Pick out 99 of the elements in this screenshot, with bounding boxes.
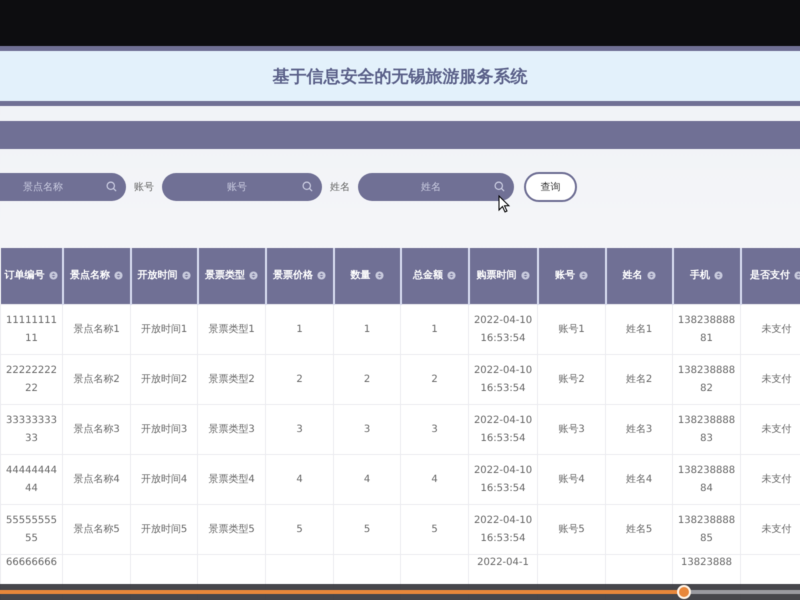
search-icon: [106, 181, 117, 192]
table-cell: 66666666: [6, 557, 57, 568]
table-cell: 1111111111: [0, 304, 62, 354]
table-cell: 账号3: [538, 404, 606, 454]
sort-icon[interactable]: [447, 270, 456, 280]
column-header[interactable]: 数量: [334, 248, 400, 304]
table-cell: 开放时间3: [130, 404, 198, 454]
table-cell: 开放时间1: [130, 304, 198, 354]
table-cell: 未支付: [740, 404, 800, 454]
table-cell: 5: [334, 504, 400, 554]
table-cell: 4: [266, 454, 334, 504]
table-cell: 2022-04-10 16:53:54: [468, 454, 538, 504]
column-header[interactable]: 是否支付: [740, 248, 800, 304]
table-cell: 景票类型5: [198, 504, 266, 554]
column-header[interactable]: 姓名: [606, 248, 672, 304]
table-cell: 2022-04-10 16:53:54: [468, 404, 538, 454]
sort-icon[interactable]: [249, 270, 258, 280]
sort-icon[interactable]: [646, 270, 656, 280]
table-cell: 13823888885: [672, 504, 740, 554]
table-cell: 景点名称2: [62, 354, 130, 404]
table-cell: 景票类型4: [198, 454, 266, 504]
table-cell: 姓名1: [606, 304, 672, 354]
column-header[interactable]: 手机: [672, 248, 740, 304]
table-cell: 账号1: [538, 304, 606, 354]
table-cell: 2022-04-1: [477, 557, 529, 568]
table-cell: 未支付: [740, 454, 800, 504]
sort-icon[interactable]: [182, 270, 190, 280]
table-cell: 景点名称5: [62, 504, 130, 554]
table-cell: 5: [266, 504, 334, 554]
sort-icon[interactable]: [374, 270, 384, 280]
table-cell: 4: [400, 454, 468, 504]
search-icon: [302, 181, 313, 192]
table-cell: 未支付: [740, 354, 800, 404]
table-cell: 5555555555: [0, 504, 62, 554]
table-cell: 3: [334, 404, 400, 454]
table-cell: 2222222222: [0, 354, 62, 404]
table-cell: 开放时间4: [130, 454, 198, 504]
column-header[interactable]: 景票价格: [266, 248, 334, 304]
table-cell: 2: [334, 354, 400, 404]
table-cell: 4444444444: [0, 454, 62, 504]
sort-icon[interactable]: [317, 270, 326, 280]
table-cell: 5: [400, 504, 468, 554]
table-cell: 姓名2: [606, 354, 672, 404]
table-cell: 13823888883: [672, 404, 740, 454]
table-cell: 姓名3: [606, 404, 672, 454]
search-field[interactable]: 账号: [162, 173, 322, 201]
table-cell: 13823888882: [672, 354, 740, 404]
table-cell: 开放时间2: [130, 354, 198, 404]
column-header[interactable]: 景点名称: [62, 248, 130, 304]
search-icon: [494, 181, 505, 192]
progress-handle[interactable]: [677, 585, 691, 599]
sort-icon[interactable]: [114, 270, 123, 280]
table-cell: 姓名5: [606, 504, 672, 554]
table-cell: 景点名称4: [62, 454, 130, 504]
table-cell: 1: [266, 304, 334, 354]
column-header[interactable]: 景票类型: [198, 248, 266, 304]
table-cell: 账号4: [538, 454, 606, 504]
sort-icon[interactable]: [714, 270, 723, 280]
column-header[interactable]: 订单编号: [0, 248, 62, 304]
table-cell: 4: [334, 454, 400, 504]
table-cell: 账号2: [538, 354, 606, 404]
search-field[interactable]: 景点名称: [0, 173, 126, 201]
table-cell: 景点名称3: [62, 404, 130, 454]
site-title: 基于信息安全的无锡旅游服务系统: [272, 66, 528, 88]
table-cell: 1: [400, 304, 468, 354]
column-header[interactable]: 开放时间: [130, 248, 198, 304]
table-cell: 未支付: [740, 304, 800, 354]
table-cell: 2022-04-10 16:53:54: [468, 504, 538, 554]
table-cell: 13823888881: [672, 304, 740, 354]
sort-icon[interactable]: [520, 270, 530, 280]
sort-icon[interactable]: [579, 270, 588, 280]
table-cell: 账号5: [538, 504, 606, 554]
cursor-icon: [498, 195, 510, 213]
table-cell: 3: [266, 404, 334, 454]
field-label: 姓名: [330, 181, 350, 194]
column-header[interactable]: 总金额: [400, 248, 468, 304]
table-cell: 2022-04-10 16:53:54: [468, 304, 538, 354]
table-cell: 景点名称1: [62, 304, 130, 354]
table-cell: 3333333333: [0, 404, 62, 454]
column-header[interactable]: 购票时间: [468, 248, 538, 304]
table-cell: 13823888884: [672, 454, 740, 504]
field-label: 账号: [134, 180, 154, 194]
table-cell: 3: [400, 404, 468, 454]
query-button[interactable]: 查询: [524, 172, 577, 202]
sort-icon[interactable]: [794, 270, 800, 280]
table-cell: 姓名4: [606, 454, 672, 504]
column-header[interactable]: 账号: [538, 248, 606, 304]
sort-icon[interactable]: [48, 270, 58, 280]
table-cell: 2: [400, 354, 468, 404]
table-cell: 景票类型3: [198, 404, 266, 454]
table-cell: 景票类型1: [198, 304, 266, 354]
table-cell: 景票类型2: [198, 354, 266, 404]
table-cell: 未支付: [740, 504, 800, 554]
table-cell: 13823888: [681, 557, 732, 568]
table-cell: 1: [334, 304, 400, 354]
table-cell: 开放时间5: [130, 504, 198, 554]
table-cell: 2: [266, 354, 334, 404]
table-cell: 2022-04-10 16:53:54: [468, 354, 538, 404]
search-field[interactable]: 姓名: [358, 173, 514, 201]
